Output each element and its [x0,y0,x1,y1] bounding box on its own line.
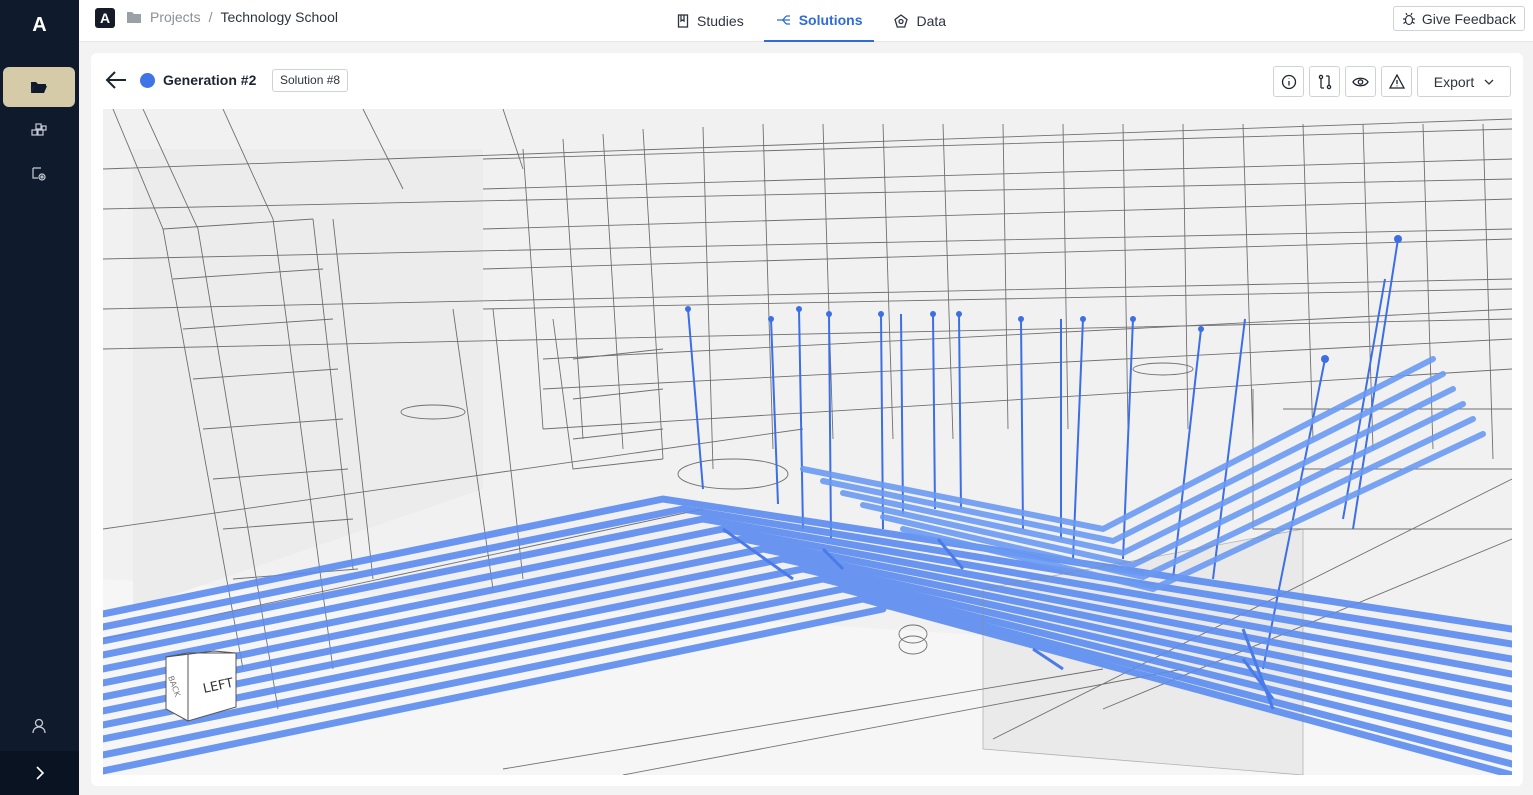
view-navigation-cube[interactable]: LEFT BACK [158,649,238,729]
sidebar-item-blocks[interactable] [3,110,75,150]
sidebar-item-projects[interactable] [3,67,75,107]
user-icon [32,718,46,734]
sidebar: A [0,0,79,795]
bug-icon [1402,12,1415,25]
breadcrumb-projects[interactable]: Projects [150,9,201,25]
route-settings-icon [32,167,46,181]
visibility-button[interactable] [1345,66,1376,97]
pentagon-icon [894,14,909,28]
bim-wireframe-scene[interactable] [103,109,1512,775]
feedback-label: Give Feedback [1421,10,1516,27]
tab-label: Data [916,13,947,29]
model-viewport[interactable]: LEFT BACK [103,109,1512,775]
main-tabs: Studies Solutions Data [665,0,966,42]
solution-badge: Solution #8 [272,69,349,92]
sidebar-expand-button[interactable] [0,751,79,795]
top-bar: A Projects / Technology School Studies S… [79,0,1533,42]
chevron-right-icon [35,766,44,780]
tab-data[interactable]: Data [882,0,958,42]
export-dropdown[interactable]: Export [1417,66,1511,97]
info-icon [1281,74,1296,89]
generation-title: Generation #2 [163,72,257,88]
solution-card: Generation #2 Solution #8 Export LEFT BA… [91,53,1523,786]
folder-open-icon [31,82,47,93]
back-button[interactable] [105,70,127,95]
sidebar-item-account[interactable] [3,706,75,746]
warnings-button[interactable] [1381,66,1412,97]
info-button[interactable] [1273,66,1304,97]
blocks-icon [31,123,47,136]
eye-icon [1352,77,1369,86]
tab-solutions[interactable]: Solutions [763,0,875,42]
solution-header: Generation #2 Solution #8 Export [91,53,1523,109]
brand-logo[interactable]: A [95,8,115,28]
tab-studies[interactable]: Studies [665,0,756,42]
tab-label: Solutions [798,12,863,28]
chevron-down-icon [1484,79,1494,85]
give-feedback-button[interactable]: Give Feedback [1392,6,1525,31]
generation-color-dot [140,73,155,88]
branch-icon [776,15,790,25]
sidebar-item-routing[interactable] [3,154,75,194]
breadcrumb-separator: / [208,9,213,25]
compare-icon [1318,74,1331,89]
warning-icon [1388,74,1405,89]
breadcrumb-current[interactable]: Technology School [220,9,338,25]
folder-icon [127,11,141,23]
breadcrumb: Projects / Technology School [126,9,338,25]
book-icon [677,14,689,28]
app-logo: A [32,14,47,36]
tab-label: Studies [697,13,744,29]
compare-button[interactable] [1309,66,1340,97]
export-label: Export [1433,73,1475,90]
arrow-left-icon [105,71,126,89]
